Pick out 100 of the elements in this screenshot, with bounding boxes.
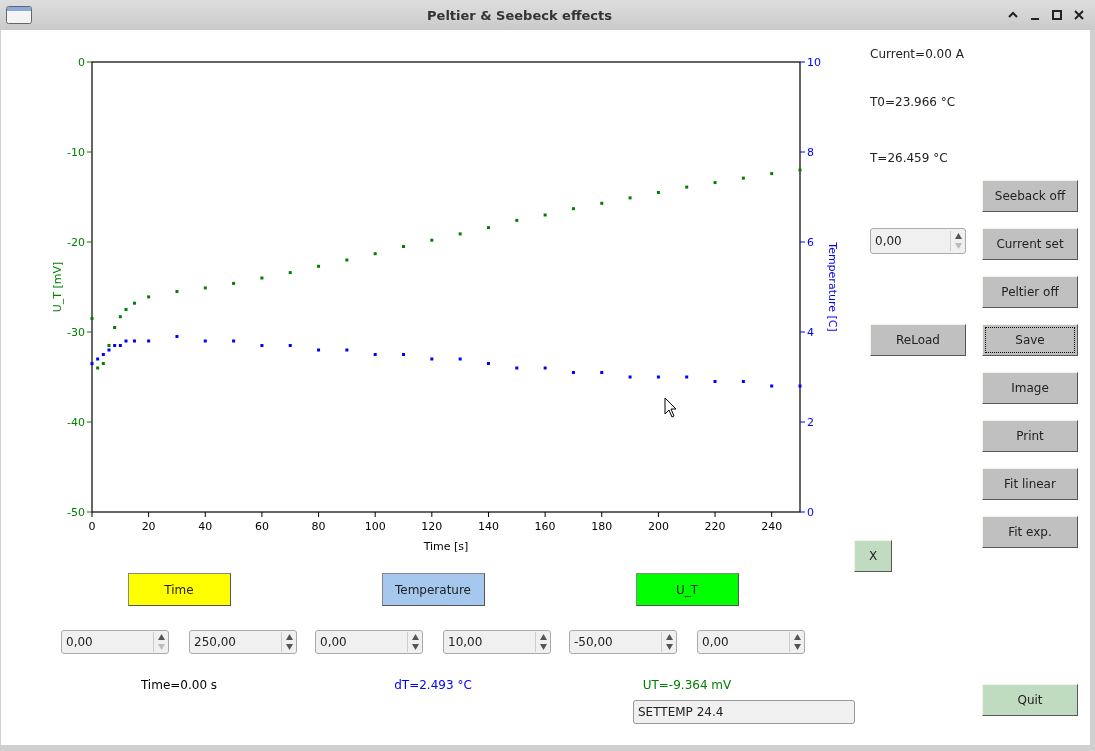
y2-tick-label: 6 — [807, 236, 814, 249]
x-axis-tick: 160 — [534, 511, 556, 533]
side-button[interactable]: Peltier off — [982, 276, 1078, 308]
up-arrow-icon[interactable] — [954, 233, 962, 239]
side-button[interactable]: Seeback off — [982, 180, 1078, 212]
point — [118, 344, 122, 347]
close-icon[interactable] — [1073, 9, 1085, 21]
point — [232, 281, 236, 285]
down-arrow-icon[interactable] — [665, 644, 673, 650]
point — [515, 366, 519, 370]
point — [101, 362, 105, 365]
pointer-icon — [664, 397, 677, 418]
quit-button[interactable]: Quit — [982, 684, 1078, 716]
point — [458, 357, 462, 361]
command-field[interactable]: SETTEMP 24.4 — [633, 700, 855, 724]
up-arrow-icon[interactable] — [793, 634, 801, 640]
spin-field[interactable]: 10,00 — [443, 630, 551, 654]
side-button[interactable]: Current set — [982, 228, 1078, 260]
up-arrow-icon[interactable] — [539, 634, 547, 640]
down-arrow-icon[interactable] — [411, 644, 419, 650]
point — [147, 339, 151, 343]
up-arrow-icon[interactable] — [665, 634, 673, 640]
point — [232, 339, 236, 343]
side-button[interactable]: Image — [982, 372, 1078, 404]
point — [96, 366, 100, 370]
window-title: Peltier & Seebeck effects — [426, 7, 613, 23]
point — [713, 181, 717, 185]
side-button[interactable]: Print — [982, 420, 1078, 452]
reload-button[interactable]: ReLoad — [870, 324, 966, 356]
up-arrow-icon[interactable] — [157, 634, 165, 640]
point — [656, 191, 660, 194]
spin-field[interactable]: 0,00 — [697, 630, 805, 654]
status-text: T=26.459 °C — [870, 150, 949, 167]
y-tick-label: -20 — [67, 236, 85, 249]
spin-field[interactable]: 0,00 — [315, 630, 423, 654]
y-tick-label: -50 — [67, 506, 85, 519]
up-arrow-icon[interactable] — [411, 634, 419, 640]
x-tick-label: 100 — [364, 520, 386, 533]
status-text: Current=0.00 A — [870, 46, 965, 63]
point — [741, 176, 745, 180]
point — [798, 168, 802, 172]
point — [317, 348, 321, 352]
point — [571, 371, 575, 374]
readout-text: dT=2.493 °C — [394, 677, 472, 694]
x-axis-tick: 180 — [591, 511, 613, 533]
side-button[interactable]: Fit exp. — [982, 516, 1078, 548]
x-axis-tick: 60 — [254, 511, 269, 533]
y-axis-tick: -40 — [67, 416, 93, 429]
x-tick-label: 180 — [591, 520, 613, 533]
x-tick-label: 240 — [761, 520, 783, 533]
y2-axis-tick: 10 — [799, 56, 821, 69]
point — [402, 353, 406, 356]
point — [486, 226, 490, 230]
x-tick-label: 160 — [534, 520, 556, 533]
point — [430, 238, 434, 242]
y-tick-label: -10 — [67, 146, 85, 159]
y-tick-label: -30 — [67, 326, 85, 339]
x-axis-tick: 240 — [761, 511, 783, 533]
side-button[interactable]: Fit linear — [982, 468, 1078, 500]
x-tick-label: 0 — [88, 520, 96, 533]
point — [175, 290, 179, 293]
point — [288, 271, 292, 275]
point — [713, 380, 717, 383]
down-arrow-icon[interactable] — [539, 644, 547, 650]
point — [515, 218, 519, 222]
point — [113, 326, 117, 329]
point — [175, 335, 179, 338]
point — [113, 344, 117, 347]
clear-button[interactable]: X — [854, 540, 892, 572]
axis-button[interactable]: U_T — [635, 573, 739, 606]
up-arrow-icon[interactable] — [285, 634, 293, 640]
y2-axis-label: Temperature [C] — [826, 242, 839, 332]
point — [373, 353, 377, 356]
point — [124, 339, 128, 343]
axis-button[interactable]: Temperature — [381, 573, 485, 606]
down-arrow-icon[interactable] — [793, 644, 801, 650]
spin-field[interactable]: 0,00 — [61, 630, 169, 654]
spin-field[interactable]: 0,00 — [870, 228, 966, 254]
point — [430, 357, 434, 361]
point — [600, 371, 604, 374]
x-tick-label: 20 — [141, 520, 156, 533]
side-button[interactable]: Save — [982, 324, 1078, 356]
point — [147, 295, 151, 299]
point — [132, 339, 136, 343]
y-axis-tick: 0 — [78, 56, 93, 69]
y2-axis-tick: 0 — [799, 506, 814, 519]
down-arrow-icon[interactable] — [285, 644, 293, 650]
point — [260, 276, 264, 280]
spin-field[interactable]: 250,00 — [189, 630, 297, 654]
status-text: T0=23.966 °C — [870, 94, 957, 111]
axis-button[interactable]: Time — [127, 573, 231, 606]
point — [628, 196, 632, 200]
point — [571, 207, 575, 211]
point — [107, 348, 111, 352]
x-axis-tick: 80 — [311, 511, 326, 533]
spin-field[interactable]: -50,00 — [569, 630, 677, 654]
point — [402, 245, 406, 248]
maximize-icon[interactable] — [1051, 9, 1063, 21]
y2-tick-label: 0 — [807, 506, 814, 519]
x-axis-tick: 220 — [704, 511, 726, 533]
